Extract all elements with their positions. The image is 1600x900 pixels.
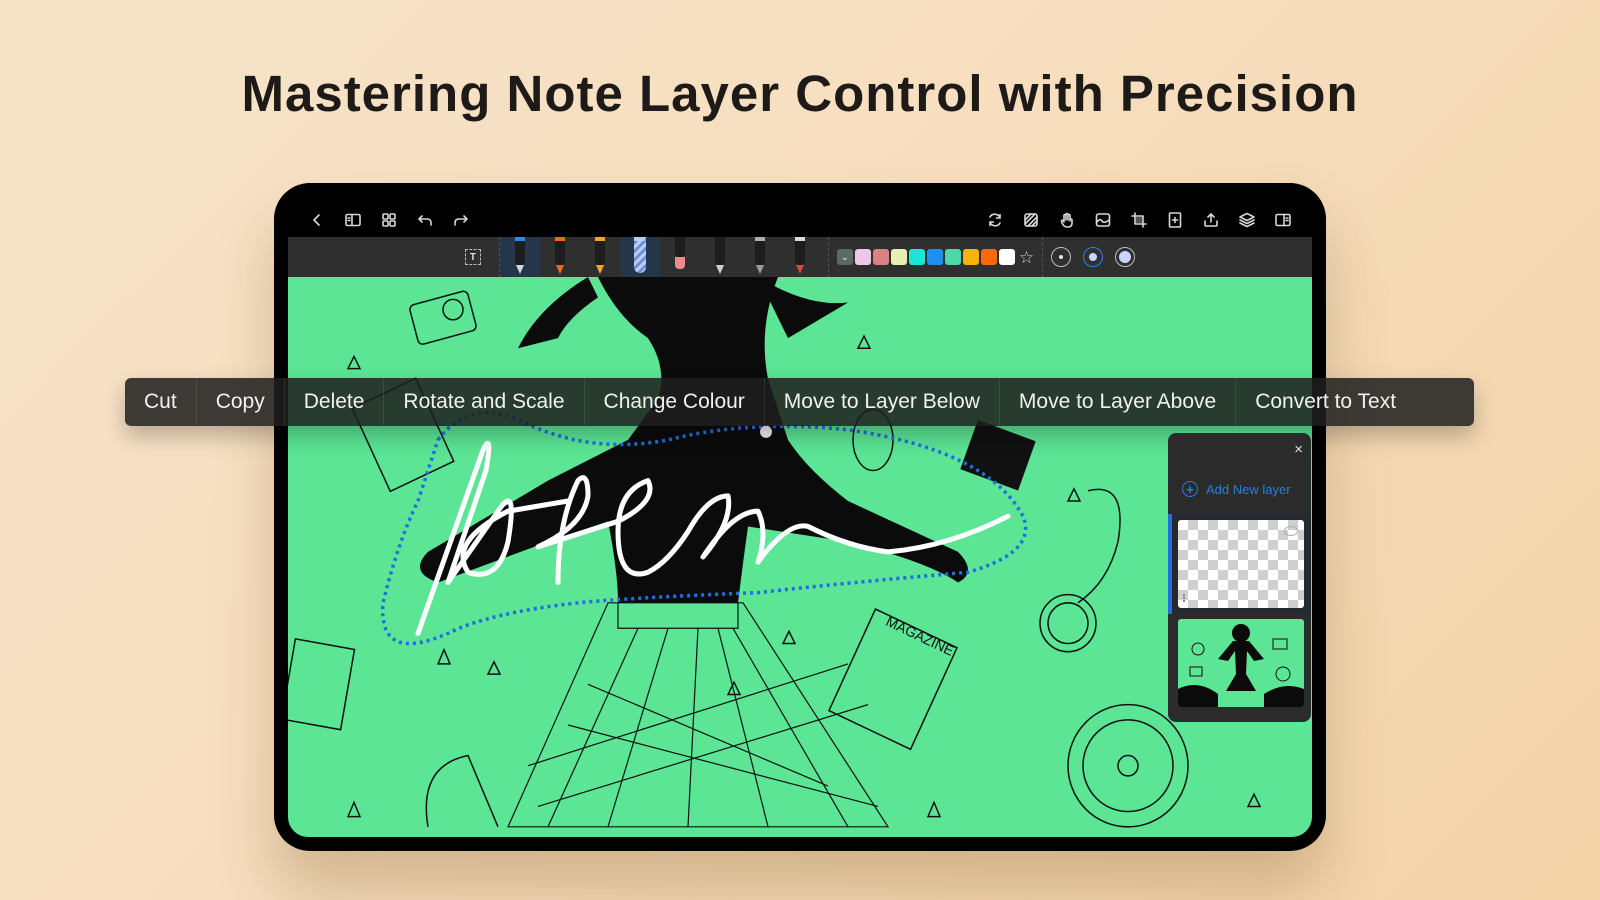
stroke-size-picker — [1051, 247, 1136, 267]
pen-tip — [795, 265, 804, 274]
sync-icon[interactable] — [984, 209, 1006, 231]
color-swatch[interactable] — [962, 249, 979, 265]
skirt-sketch — [507, 602, 890, 828]
menu-item-delete[interactable]: Delete — [285, 378, 385, 426]
chevron-down-icon[interactable]: ⌄ — [836, 249, 853, 265]
pen-body — [554, 237, 565, 265]
pen-tool-fountain-pen[interactable] — [499, 237, 540, 277]
crop-icon[interactable] — [1128, 209, 1150, 231]
menu-item-move-to-layer-below[interactable]: Move to Layer Below — [765, 378, 1000, 426]
add-new-layer-button[interactable]: + Add New layer — [1182, 481, 1291, 497]
pen-tip — [595, 265, 604, 274]
menu-item-convert-to-text[interactable]: Convert to Text — [1236, 378, 1415, 426]
color-swatch[interactable] — [926, 249, 943, 265]
pen-cap — [634, 237, 645, 241]
hatch-fill-icon[interactable] — [1020, 209, 1042, 231]
color-swatch[interactable] — [854, 249, 871, 265]
pen-cap — [714, 237, 725, 241]
redo-icon[interactable] — [450, 209, 472, 231]
lasso-handle[interactable] — [760, 425, 772, 438]
stroke-size-medium[interactable] — [1083, 247, 1104, 267]
pen-tip — [674, 257, 685, 269]
sidebar-panel-icon[interactable] — [342, 209, 364, 231]
hand-pan-icon[interactable] — [1056, 209, 1078, 231]
pen-tool-washi-tape[interactable] — [619, 237, 660, 277]
topbar-left-group — [306, 209, 472, 231]
menu-item-move-to-layer-above[interactable]: Move to Layer Above — [1000, 378, 1237, 426]
eye-visibility-icon[interactable] — [1284, 526, 1298, 536]
reading-mode-icon[interactable] — [1272, 209, 1294, 231]
size-dot-indicator — [1059, 255, 1064, 259]
color-swatch[interactable] — [890, 249, 907, 265]
stroke-size-large[interactable] — [1115, 247, 1136, 267]
size-dot-indicator — [1089, 253, 1098, 261]
back-chevron-icon[interactable] — [306, 209, 328, 231]
layers-panel: × + Add New layer — [1168, 433, 1311, 722]
pen-tip — [515, 265, 524, 274]
illustration-artwork: MAGAZINE — [288, 277, 1262, 828]
menu-item-change-colour[interactable]: Change Colour — [585, 378, 765, 426]
pen-body — [794, 237, 805, 265]
menu-item-rotate-and-scale[interactable]: Rotate and Scale — [384, 378, 585, 426]
pen-body — [714, 237, 725, 265]
selection-context-menu: Cut Copy Delete Rotate and Scale Change Colo… — [125, 378, 1474, 426]
plus-circle-icon: + — [1182, 481, 1198, 497]
close-icon[interactable]: × — [1294, 441, 1303, 458]
toolbar-divider — [1042, 237, 1044, 277]
star-icon[interactable]: ☆ — [1019, 249, 1034, 266]
pen-cap — [554, 237, 565, 241]
color-swatch[interactable] — [998, 249, 1015, 265]
stroke-size-small[interactable] — [1051, 247, 1072, 267]
share-export-icon[interactable] — [1200, 209, 1222, 231]
toolbar-divider — [827, 237, 829, 277]
pen-body — [514, 237, 525, 265]
pen-tool-fineliner[interactable] — [740, 237, 780, 277]
size-dot-indicator — [1119, 251, 1132, 263]
pen-tool-highlighter-yellow[interactable] — [580, 237, 620, 277]
add-new-layer-label: Add New layer — [1206, 481, 1291, 497]
pen-body — [633, 237, 646, 273]
pen-toolbar: T ⌄ ☆ — [288, 237, 1312, 277]
layer-thumbnail-illustration[interactable] — [1178, 619, 1304, 707]
color-swatch[interactable] — [980, 249, 997, 265]
color-swatch[interactable] — [908, 249, 925, 265]
pen-body — [594, 237, 605, 265]
color-palette: ⌄ — [836, 249, 1015, 265]
pen-cap — [674, 237, 685, 241]
illustration-thumbnail-art — [1178, 624, 1304, 707]
svg-text:MAGAZINE: MAGAZINE — [884, 613, 957, 659]
add-page-icon[interactable] — [1164, 209, 1186, 231]
pen-cap — [794, 237, 805, 241]
undo-icon[interactable] — [414, 209, 436, 231]
topbar-right-group — [984, 209, 1294, 231]
menu-item-copy[interactable]: Copy — [197, 378, 285, 426]
pen-cap — [754, 237, 765, 241]
pen-tray — [498, 237, 820, 277]
pen-tool-lasso-pen[interactable] — [780, 237, 820, 277]
grid-view-icon[interactable] — [378, 209, 400, 231]
textbox-tool-icon[interactable]: T — [464, 249, 481, 265]
pen-tip — [755, 265, 764, 274]
pen-tip — [555, 265, 564, 274]
layers-icon[interactable] — [1236, 209, 1258, 231]
pen-cap — [514, 237, 525, 241]
menu-item-cut[interactable]: Cut — [125, 378, 197, 426]
color-swatch[interactable] — [944, 249, 961, 265]
image-insert-icon[interactable] — [1092, 209, 1114, 231]
pen-tip — [715, 265, 724, 274]
color-swatch[interactable] — [872, 249, 889, 265]
layer-thumbnail-handwriting[interactable] — [1178, 520, 1304, 608]
app-topbar — [288, 201, 1312, 239]
page-headline: Mastering Note Layer Control with Precis… — [241, 65, 1359, 122]
pen-body — [754, 237, 765, 265]
drawing-canvas[interactable]: MAGAZINE — [288, 277, 1312, 837]
pen-tool-pencil[interactable] — [700, 237, 740, 277]
drag-handle-icon[interactable] — [1183, 594, 1187, 602]
pen-cap — [594, 237, 605, 241]
pen-tool-eraser[interactable] — [660, 237, 700, 277]
pen-tool-marker-orange[interactable] — [540, 237, 580, 277]
